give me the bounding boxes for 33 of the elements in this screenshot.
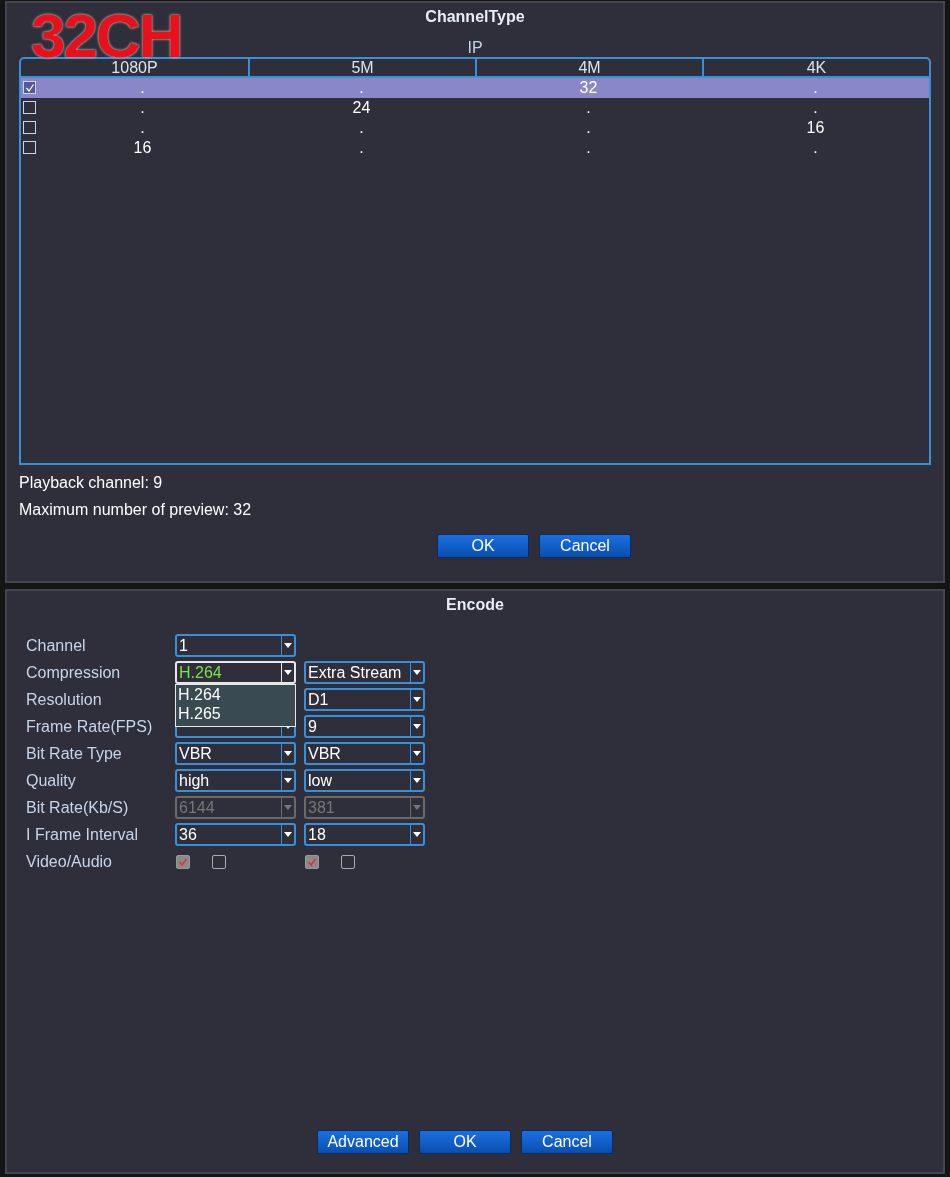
table-cell-text: 24: [351, 98, 372, 118]
column-header: 4M: [475, 59, 702, 76]
table-cell-text: .: [139, 98, 146, 118]
table-cell-text: .: [812, 98, 819, 118]
table-cell-text: .: [585, 138, 592, 158]
table-cell-text: .: [358, 118, 365, 138]
table-cell-text: .: [812, 78, 819, 98]
group-label: IP: [467, 39, 483, 57]
table-cell-text: .: [585, 118, 592, 138]
table-cell-text: .: [358, 138, 365, 158]
playback-channel-text: Playback channel: 9: [19, 474, 164, 492]
table-cell-text: 16: [132, 138, 153, 158]
field-label: Compression: [26, 663, 122, 682]
field-label: Bit Rate Type: [26, 744, 123, 763]
table-cell-text: 32: [578, 78, 599, 98]
dialog-title: ChannelType: [425, 8, 525, 26]
table-cell-text: .: [139, 78, 146, 98]
table-cell-text: .: [358, 78, 365, 98]
table-cell-text: .: [585, 98, 592, 118]
field-label: Channel: [26, 636, 87, 655]
field-label: Resolution: [26, 690, 103, 709]
field-label: Bit Rate(Kb/S): [26, 798, 130, 817]
field-label: Video/Audio: [26, 852, 113, 871]
table-cell-text: 16: [805, 118, 826, 138]
table-cell-text: .: [139, 118, 146, 138]
field-label: Quality: [26, 771, 77, 790]
table-cell-text: .: [812, 138, 819, 158]
column-header: 5M: [248, 59, 475, 76]
column-header: 4K: [702, 59, 929, 76]
field-label: Frame Rate(FPS): [26, 717, 154, 736]
max-preview-text: Maximum number of preview: 32: [19, 501, 253, 519]
dialog-title: Encode: [446, 596, 504, 614]
field-label: I Frame Interval: [26, 825, 140, 844]
